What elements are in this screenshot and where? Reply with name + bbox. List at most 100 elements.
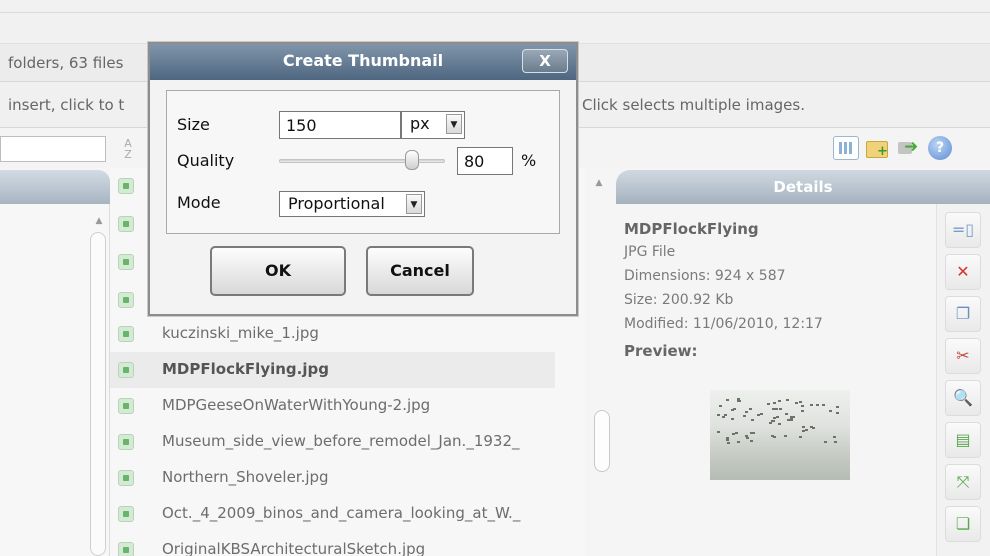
file-row[interactable]: MDPFlockFlying.jpg bbox=[110, 352, 555, 388]
file-name: OriginalKBSArchitecturalSketch.jpg bbox=[162, 540, 426, 556]
bird-speck bbox=[773, 402, 776, 404]
percent-unit: % bbox=[521, 151, 537, 170]
help-icon[interactable]: ? bbox=[928, 136, 952, 160]
folders-panel-header bbox=[0, 170, 110, 204]
bird-speck bbox=[836, 406, 839, 408]
file-row[interactable]: kuczinski_mike_1.jpg bbox=[110, 316, 555, 352]
bird-speck bbox=[799, 436, 802, 438]
bird-speck bbox=[769, 422, 772, 424]
preview-label: Preview: bbox=[624, 342, 698, 360]
bird-speck bbox=[731, 418, 734, 420]
folders-scrollbar[interactable] bbox=[90, 232, 106, 556]
bird-speck bbox=[778, 400, 781, 402]
bird-speck bbox=[790, 419, 793, 421]
size-label: Size bbox=[177, 115, 210, 134]
bird-speck bbox=[737, 441, 740, 443]
size-input[interactable] bbox=[279, 111, 401, 139]
image-file-icon bbox=[118, 216, 134, 232]
bird-speck bbox=[771, 420, 774, 422]
cut-icon[interactable]: ✂ bbox=[945, 338, 981, 374]
folders-scroll-up-icon[interactable]: ▲ bbox=[92, 214, 106, 228]
bird-speck bbox=[775, 408, 778, 410]
file-row[interactable]: Oct._4_2009_binos_and_camera_looking_at_… bbox=[110, 496, 555, 532]
resize-icon[interactable]: =▯ bbox=[945, 212, 981, 248]
bird-speck bbox=[805, 429, 808, 431]
quality-slider-track[interactable] bbox=[279, 159, 445, 163]
duplicate-icon[interactable]: ❏ bbox=[945, 506, 981, 542]
new-folder-icon[interactable] bbox=[864, 136, 890, 160]
bird-speck bbox=[833, 436, 836, 438]
bird-speck bbox=[745, 411, 748, 413]
detail-modified: Modified: 11/06/2010, 12:17 bbox=[624, 316, 823, 332]
chevron-down-icon: ▼ bbox=[406, 194, 422, 214]
file-row[interactable]: Museum_side_view_before_remodel_Jan._193… bbox=[110, 424, 555, 460]
copy-icon[interactable]: ❐ bbox=[945, 296, 981, 332]
new-file-icon[interactable]: ▤ bbox=[945, 422, 981, 458]
folder-file-count: folders, 63 files bbox=[8, 54, 124, 72]
bird-speck bbox=[822, 404, 825, 406]
ok-button[interactable]: OK bbox=[210, 246, 346, 296]
image-file-icon bbox=[118, 254, 134, 270]
bird-speck bbox=[799, 401, 802, 403]
file-name: MDPFlockFlying.jpg bbox=[162, 360, 329, 378]
bird-speck bbox=[760, 413, 763, 415]
action-column: =▯ ✕ ❐ ✂ 🔍 ▤ ⤧ ❏ bbox=[936, 204, 990, 556]
bird-speck bbox=[778, 423, 781, 425]
bird-speck bbox=[719, 405, 722, 407]
image-file-icon bbox=[118, 434, 134, 450]
file-row[interactable]: OriginalKBSArchitecturalSketch.jpg bbox=[110, 532, 555, 556]
quality-slider-thumb[interactable] bbox=[405, 150, 419, 170]
bird-speck bbox=[829, 410, 832, 412]
bird-speck bbox=[757, 414, 760, 416]
cancel-button[interactable]: Cancel bbox=[366, 246, 474, 296]
bird-speck bbox=[737, 400, 740, 402]
create-thumbnail-dialog: Create Thumbnail X Size px ▼ Quality % M… bbox=[148, 42, 578, 316]
file-row[interactable]: MDPGeeseOnWaterWithYoung-2.jpg bbox=[110, 388, 555, 424]
list-scroll-up-icon[interactable]: ▲ bbox=[592, 176, 606, 190]
delete-icon[interactable]: ✕ bbox=[945, 254, 981, 290]
file-manager-window: folders, 63 files insert, click to t Cli… bbox=[0, 0, 990, 556]
details-title: Details bbox=[773, 178, 833, 196]
image-file-icon bbox=[118, 398, 134, 414]
filter-input[interactable] bbox=[0, 136, 106, 162]
detail-size: Size: 200.92 Kb bbox=[624, 292, 734, 308]
bird-speck bbox=[750, 432, 753, 434]
bird-speck bbox=[773, 436, 776, 438]
bird-speck bbox=[786, 399, 789, 401]
top-divider bbox=[0, 12, 990, 13]
image-file-icon bbox=[118, 506, 134, 522]
grid-view-icon[interactable] bbox=[833, 136, 859, 160]
bird-speck bbox=[726, 439, 729, 441]
bird-speck bbox=[722, 416, 725, 418]
sort-icon[interactable]: AZ bbox=[118, 138, 138, 160]
bird-speck bbox=[735, 432, 738, 434]
mode-label: Mode bbox=[177, 193, 221, 212]
quality-input[interactable] bbox=[457, 147, 513, 175]
image-file-icon bbox=[118, 292, 134, 308]
bird-speck bbox=[816, 404, 819, 406]
bird-speck bbox=[737, 398, 740, 400]
mode-select[interactable]: Proportional ▼ bbox=[279, 191, 425, 217]
dialog-close-button[interactable]: X bbox=[522, 49, 568, 73]
bird-speck bbox=[746, 437, 749, 439]
unit-select-value: px bbox=[410, 114, 430, 133]
bird-speck bbox=[743, 415, 746, 417]
bird-speck bbox=[724, 414, 727, 416]
bird-speck bbox=[767, 403, 770, 405]
zoom-icon[interactable]: 🔍 bbox=[945, 380, 981, 416]
top-band bbox=[0, 0, 990, 44]
file-list-scrollbar[interactable] bbox=[594, 410, 610, 472]
detail-file-type: JPG File bbox=[624, 244, 676, 260]
move-arrow-icon[interactable] bbox=[896, 136, 922, 160]
file-row[interactable]: Northern_Shoveler.jpg bbox=[110, 460, 555, 496]
bird-speck bbox=[745, 435, 748, 437]
quality-label: Quality bbox=[177, 151, 235, 170]
hint-text-right: Click selects multiple images. bbox=[582, 96, 805, 114]
bird-speck bbox=[824, 441, 827, 443]
bird-speck bbox=[750, 440, 753, 442]
unit-select[interactable]: px ▼ bbox=[401, 111, 465, 139]
expand-icon[interactable]: ⤧ bbox=[945, 464, 981, 500]
dialog-form: Size px ▼ Quality % Mode Proportional ▼ bbox=[166, 90, 560, 234]
details-panel: MDPFlockFlying JPG File Dimensions: 924 … bbox=[616, 204, 936, 556]
bird-speck bbox=[802, 426, 805, 428]
